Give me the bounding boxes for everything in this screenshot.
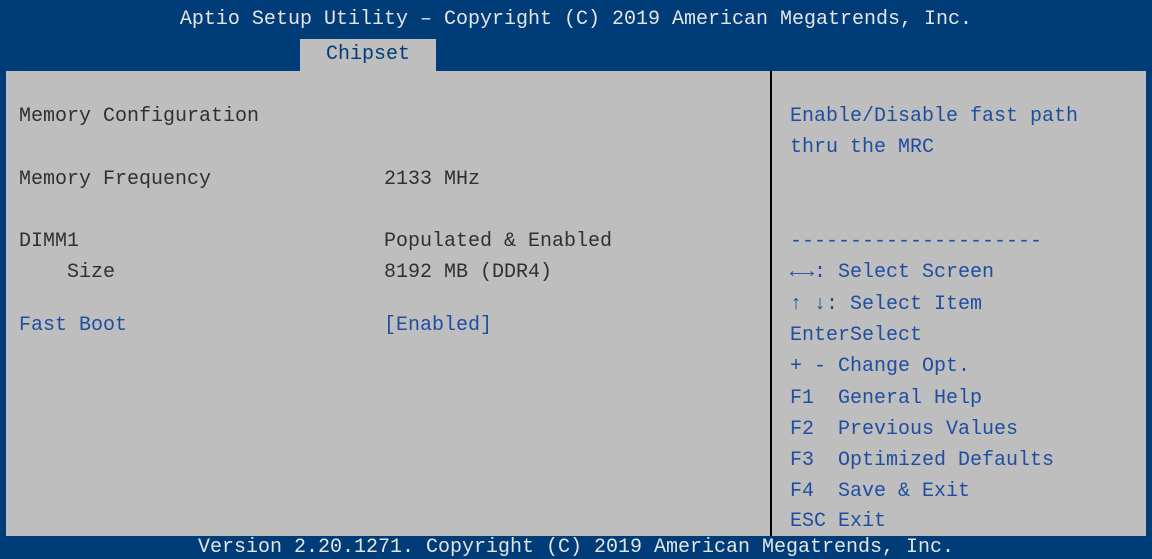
dimm1-label: DIMM1 (19, 230, 80, 253)
key-hint-select-screen: ←→: Select Screen (790, 261, 995, 284)
memory-frequency-label: Memory Frequency (19, 168, 212, 191)
left-frame-border (0, 71, 6, 536)
help-description-line2: thru the MRC (790, 136, 935, 159)
dimm1-size-value: 8192 MB (DDR4) (384, 261, 553, 284)
left-right-arrows-icon: ←→ (790, 261, 815, 284)
tab-chipset[interactable]: Chipset (300, 39, 436, 71)
help-separator: --------------------- (790, 230, 1043, 253)
bios-setup-screen: Aptio Setup Utility – Copyright (C) 2019… (0, 0, 1152, 559)
version-footer: Version 2.20.1271. Copyright (C) 2019 Am… (197, 536, 955, 559)
help-description-line1: Enable/Disable fast path (790, 105, 1079, 128)
dimm1-size-label: Size (67, 261, 116, 284)
fast-boot-label[interactable]: Fast Boot (19, 314, 127, 338)
key-hint-enter: EnterSelect (790, 324, 923, 347)
key-hint-f1: F1 General Help (790, 387, 983, 410)
header-bar: Aptio Setup Utility – Copyright (C) 2019… (0, 0, 1152, 71)
key-hint-change-opt: + - Change Opt. (790, 355, 971, 378)
panel-divider (770, 71, 772, 536)
key-hint-select-item: ↑ ↓: Select Item (790, 293, 983, 316)
key-hint-f4: F4 Save & Exit (790, 480, 971, 503)
dimm1-value: Populated & Enabled (384, 230, 613, 253)
footer-bar: Version 2.20.1271. Copyright (C) 2019 Am… (0, 536, 1152, 559)
section-title: Memory Configuration (19, 105, 260, 128)
up-down-arrows-icon: ↑ ↓ (790, 293, 827, 316)
fast-boot-value[interactable]: [Enabled] (384, 314, 492, 338)
right-frame-border (1146, 71, 1152, 536)
memory-frequency-value: 2133 MHz (384, 168, 481, 191)
key-hint-f2: F2 Previous Values (790, 418, 1019, 441)
key-hint-esc: ESC Exit (790, 510, 887, 533)
app-title: Aptio Setup Utility – Copyright (C) 2019… (179, 8, 973, 31)
key-hint-f3: F3 Optimized Defaults (790, 449, 1055, 472)
